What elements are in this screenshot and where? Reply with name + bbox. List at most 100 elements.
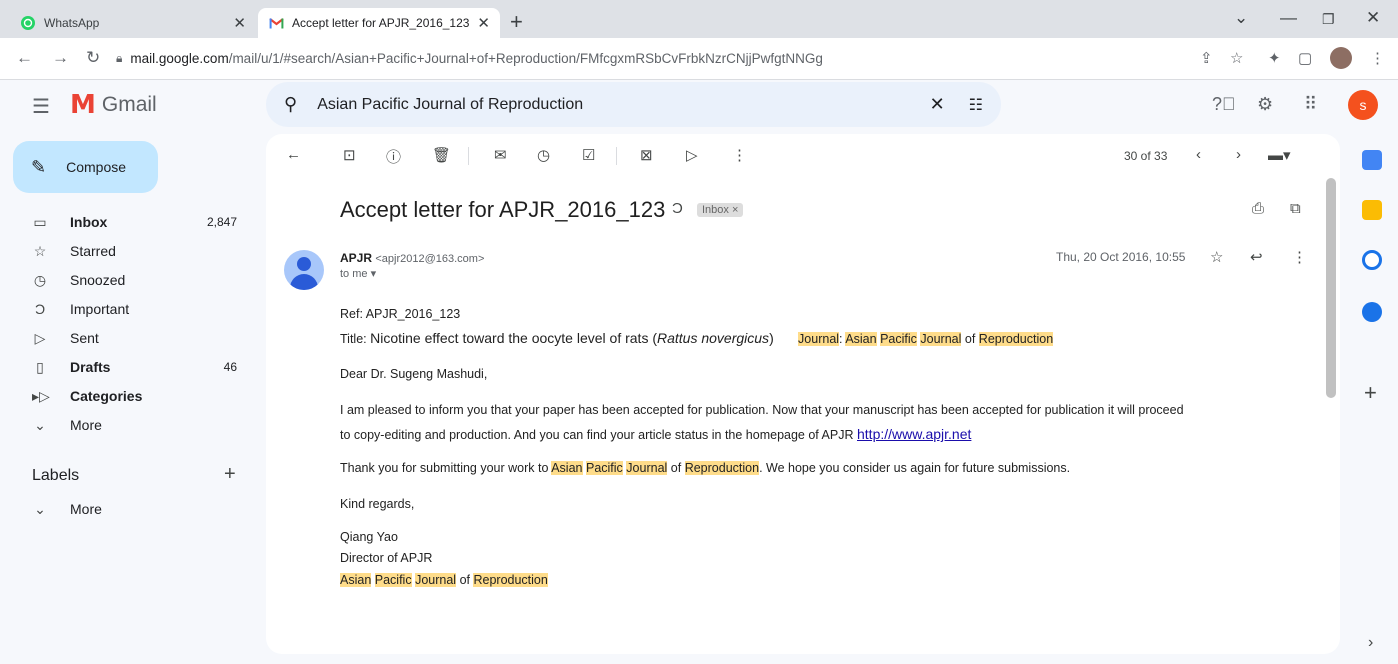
sidebar-item-sent[interactable]: ▷ Sent — [0, 324, 256, 352]
chevron-down-icon: ⌄ — [34, 500, 46, 517]
chevron-down-icon: ⌄ — [34, 416, 46, 433]
reload-icon[interactable]: ↻ — [86, 48, 100, 68]
search-options-icon[interactable]: ☷ — [969, 95, 983, 115]
star-icon[interactable]: ☆ — [1210, 248, 1223, 266]
sidebar-item-label: Important — [70, 301, 130, 317]
highlight-term: Pacific — [585, 461, 623, 475]
close-window-button[interactable]: ✕ — [1366, 8, 1380, 28]
sidebar-item-count: 46 — [223, 360, 237, 374]
gmail-logo[interactable]: M Gmail — [70, 90, 157, 120]
body-word: of — [670, 461, 682, 475]
tab-whatsapp[interactable]: WhatsApp ✕ — [10, 8, 256, 38]
sidebar-item-inbox[interactable]: ▭ Inbox 2,847 — [0, 208, 256, 236]
scrollbar[interactable] — [1326, 178, 1336, 398]
highlight-term: Asian — [340, 573, 372, 587]
close-icon[interactable]: ✕ — [477, 14, 490, 32]
back-to-list-icon[interactable]: ← — [286, 146, 301, 163]
search-bar[interactable]: ⚲ Asian Pacific Journal of Reproduction … — [266, 82, 1001, 127]
tab-gmail[interactable]: Accept letter for APJR_2016_123 ✕ — [258, 8, 500, 38]
bookmark-star-icon[interactable]: ☆ — [1230, 49, 1243, 67]
archive-icon[interactable]: ⊡ — [343, 146, 356, 164]
account-avatar[interactable]: s — [1348, 90, 1378, 120]
more-options-icon[interactable]: ⋮ — [732, 146, 747, 164]
sidebar-item-starred[interactable]: ☆ Starred — [0, 237, 256, 265]
open-new-window-icon[interactable]: ⧉ — [1290, 200, 1301, 217]
highlight-term: Journal — [798, 332, 840, 346]
new-tab-button[interactable]: + — [510, 10, 523, 34]
browser-profile-avatar[interactable] — [1330, 47, 1352, 69]
back-icon[interactable]: ← — [16, 48, 33, 68]
apjr-link[interactable]: http://www.apjr.net — [857, 426, 971, 442]
get-addons-icon[interactable]: + — [1364, 380, 1377, 406]
inbox-label-chip[interactable]: Inbox × — [697, 203, 744, 217]
share-icon[interactable]: ⇪ — [1200, 49, 1213, 67]
search-input[interactable]: Asian Pacific Journal of Reproduction — [317, 96, 929, 114]
whatsapp-icon — [20, 15, 36, 31]
address-bar[interactable]: 🔒︎ mail.google.com /mail/u/1/#search/Asi… — [116, 44, 1010, 72]
paragraph-text: to copy-editing and production. And you … — [340, 428, 857, 442]
sidebar-item-drafts[interactable]: ▯ Drafts 46 — [0, 353, 256, 381]
clear-search-icon[interactable]: ✕ — [930, 94, 945, 115]
tab-search-icon[interactable]: ⌄ — [1234, 8, 1248, 28]
sender-email: <apjr2012@163.com> — [375, 253, 485, 265]
show-side-panel-icon[interactable]: › — [1368, 634, 1373, 652]
main-menu-icon[interactable]: ☰ — [32, 94, 50, 119]
browser-tab-strip: WhatsApp ✕ Accept letter for APJR_2016_1… — [0, 0, 1398, 38]
toolbar-divider — [468, 147, 469, 165]
title-line: Title: Nicotine effect toward the oocyte… — [340, 330, 1054, 346]
restore-button[interactable]: ❐ — [1322, 11, 1335, 28]
message-more-icon[interactable]: ⋮ — [1292, 248, 1307, 266]
sidebar-item-snoozed[interactable]: ◷ Snoozed — [0, 266, 256, 294]
important-marker-icon[interactable]: Ɔ — [672, 200, 683, 217]
apps-grid-icon[interactable]: ⠿ — [1304, 94, 1317, 115]
compose-button[interactable]: ✎ Compose — [13, 141, 158, 193]
add-label-icon[interactable]: + — [224, 463, 236, 486]
highlight-term: Journal — [920, 332, 962, 346]
move-to-icon[interactable]: ⊠ — [640, 146, 653, 164]
recipient-line[interactable]: to me ▾ — [340, 267, 376, 280]
sender-line: APJR <apjr2012@163.com> — [340, 251, 484, 265]
labels-more[interactable]: ⌄ More — [0, 495, 256, 523]
forward-icon[interactable]: → — [52, 48, 69, 68]
sidebar-item-more[interactable]: ⌄ More — [0, 411, 256, 439]
highlight-term: Asian — [845, 332, 877, 346]
tasks-icon[interactable] — [1362, 250, 1382, 270]
delete-icon[interactable]: 🗑︎ — [432, 146, 451, 164]
input-tools-icon[interactable]: ▬▾ — [1268, 146, 1291, 164]
minimize-button[interactable]: — — [1280, 8, 1297, 28]
message-date: Thu, 20 Oct 2016, 10:55 — [1056, 250, 1186, 264]
print-icon[interactable]: ⎙ — [1252, 200, 1264, 217]
chevron-down-icon: ▾ — [370, 268, 377, 280]
labels-heading: Labels — [32, 467, 80, 484]
gmail-wordmark: Gmail — [101, 93, 157, 116]
calendar-icon[interactable] — [1362, 150, 1382, 170]
person-icon-head — [297, 257, 311, 271]
signature-journal: Asian Pacific Journal of Reproduction — [340, 573, 548, 587]
keep-icon[interactable] — [1362, 200, 1382, 220]
settings-gear-icon[interactable]: ⚙ — [1257, 94, 1273, 115]
extensions-icon[interactable]: ✦ — [1268, 49, 1281, 67]
greeting: Dear Dr. Sugeng Mashudi, — [340, 367, 488, 381]
compose-label: Compose — [66, 159, 127, 175]
snooze-icon[interactable]: ◷ — [537, 146, 550, 164]
sidebar-item-categories[interactable]: ▸▷ Categories — [0, 382, 256, 410]
contacts-icon[interactable] — [1362, 302, 1382, 322]
help-icon[interactable]: ?⃝ — [1212, 94, 1236, 115]
add-to-tasks-icon[interactable]: ☑ — [582, 146, 595, 164]
body-word: of — [459, 573, 470, 587]
side-panel-icon[interactable]: ▢ — [1298, 49, 1312, 67]
sender-name[interactable]: APJR — [340, 251, 372, 265]
newer-icon[interactable]: ‹ — [1196, 146, 1201, 163]
search-icon[interactable]: ⚲ — [284, 94, 297, 115]
toolbar-divider — [616, 147, 617, 165]
labels-icon[interactable]: ▷ — [686, 146, 698, 164]
close-icon[interactable]: ✕ — [233, 14, 246, 32]
reply-icon[interactable]: ↩ — [1250, 248, 1263, 266]
browser-menu-icon[interactable]: ⋮ — [1370, 49, 1385, 67]
draft-icon: ▯ — [36, 358, 44, 375]
sidebar-item-important[interactable]: Ɔ Important — [0, 295, 256, 323]
url-host: mail.google.com — [130, 50, 229, 66]
mark-unread-icon[interactable]: ✉ — [494, 146, 507, 164]
report-spam-icon[interactable]: ⓘ — [386, 146, 401, 167]
older-icon[interactable]: › — [1236, 146, 1241, 163]
